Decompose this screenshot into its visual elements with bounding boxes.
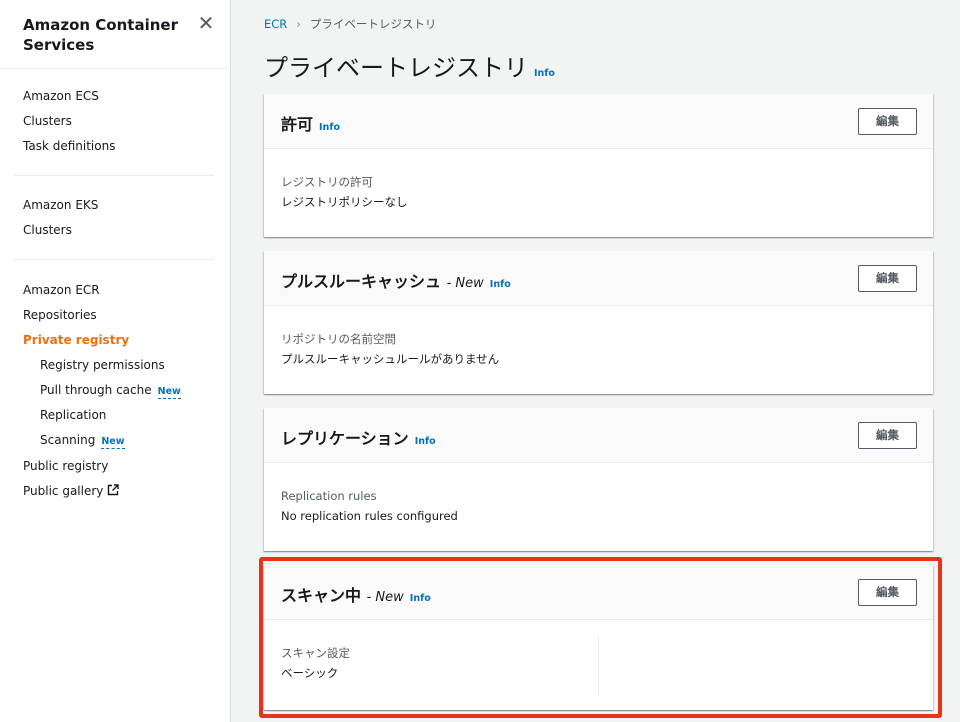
external-link-icon (108, 484, 120, 496)
page-title-text: プライベートレジストリ (264, 54, 528, 82)
sidebar-item-label: Scanning (40, 433, 96, 447)
panel-title-text: 許可 (281, 115, 314, 134)
panel-title: 許可 Info (281, 111, 340, 135)
new-tag: - New (446, 276, 484, 291)
sidebar-item-scanning[interactable]: Scanning New (40, 432, 125, 449)
sidebar-item-label: Pull through cache (40, 383, 152, 397)
replication-rules-label: Replication rules (281, 489, 377, 503)
new-tag: - New (366, 590, 404, 605)
replication-panel: レプリケーション Info 編集 Replication rules No rep… (264, 408, 933, 551)
info-link[interactable]: Info (410, 593, 431, 604)
close-icon[interactable]: ✕ (197, 13, 215, 33)
sidebar-heading-ecr[interactable]: Amazon ECR (23, 282, 100, 298)
edit-button[interactable]: 編集 (858, 108, 917, 135)
sidebar-divider (0, 68, 231, 69)
sidebar-item-eks-clusters[interactable]: Clusters (23, 222, 72, 238)
panel-header: 許可 Info 編集 (264, 94, 933, 149)
info-link[interactable]: Info (319, 122, 340, 133)
sidebar-item-replication[interactable]: Replication (40, 407, 106, 423)
pull-through-cache-panel: プルスルーキャッシュ - New Info 編集 リポジトリの名前空間 プルスルー… (264, 251, 933, 394)
sidebar-item-task-definitions[interactable]: Task definitions (23, 138, 115, 154)
panel-title-text: レプリケーション (281, 429, 409, 448)
permissions-panel: 許可 Info 編集 レジストリの許可 レジストリポリシーなし (264, 94, 933, 237)
column-divider (598, 635, 599, 697)
panel-title: プルスルーキャッシュ - New Info (281, 268, 511, 292)
sidebar-divider (14, 259, 214, 260)
panel-header: スキャン中 - New Info 編集 (264, 565, 933, 620)
new-badge: New (157, 386, 181, 399)
sidebar-item-pull-through-cache[interactable]: Pull through cache New (40, 382, 181, 399)
sidebar-heading-eks[interactable]: Amazon EKS (23, 197, 98, 213)
replication-rules-value: No replication rules configured (281, 509, 458, 523)
panel-header: プルスルーキャッシュ - New Info 編集 (264, 251, 933, 306)
scan-configuration-value: ベーシック (281, 666, 339, 680)
repository-namespace-label: リポジトリの名前空間 (281, 332, 396, 346)
registry-permissions-value: レジストリポリシーなし (281, 195, 408, 209)
scan-configuration-label: スキャン設定 (281, 646, 350, 660)
panel-title-text: スキャン中 (281, 586, 362, 605)
repository-namespace-value: プルスルーキャッシュルールがありません (281, 352, 500, 366)
sidebar-item-ecs-clusters[interactable]: Clusters (23, 113, 72, 129)
chevron-right-icon: › (296, 17, 301, 31)
new-badge: New (101, 436, 125, 449)
panel-title-text: プルスルーキャッシュ (281, 272, 442, 291)
sidebar-title: Amazon Container Services (23, 16, 178, 54)
info-link[interactable]: Info (415, 436, 436, 447)
page-title: プライベートレジストリ Info (264, 48, 555, 83)
sidebar-item-public-gallery[interactable]: Public gallery (23, 483, 120, 499)
breadcrumb: ECR › プライベートレジストリ (264, 16, 436, 32)
info-link[interactable]: Info (534, 68, 555, 79)
registry-permissions-label: レジストリの許可 (281, 175, 373, 189)
scanning-panel: スキャン中 - New Info 編集 スキャン設定 ベーシック (264, 565, 933, 710)
panel-header: レプリケーション Info 編集 (264, 408, 933, 463)
sidebar-item-public-registry[interactable]: Public registry (23, 458, 108, 474)
sidebar-item-registry-permissions[interactable]: Registry permissions (40, 357, 165, 373)
breadcrumb-current: プライベートレジストリ (309, 17, 437, 31)
edit-button[interactable]: 編集 (858, 422, 917, 449)
info-link[interactable]: Info (490, 279, 511, 290)
sidebar-divider (14, 175, 214, 176)
breadcrumb-link-ecr[interactable]: ECR (264, 17, 287, 31)
side-navigation: Amazon Container Services ✕ Amazon ECS C… (0, 0, 231, 722)
sidebar-item-repositories[interactable]: Repositories (23, 307, 97, 323)
sidebar-item-private-registry[interactable]: Private registry (23, 332, 129, 348)
sidebar-item-label: Public gallery (23, 484, 104, 498)
sidebar-heading-ecs[interactable]: Amazon ECS (23, 88, 99, 104)
panel-title: スキャン中 - New Info (281, 582, 431, 606)
edit-button[interactable]: 編集 (858, 579, 917, 606)
panel-title: レプリケーション Info (281, 425, 436, 449)
edit-button[interactable]: 編集 (858, 265, 917, 292)
